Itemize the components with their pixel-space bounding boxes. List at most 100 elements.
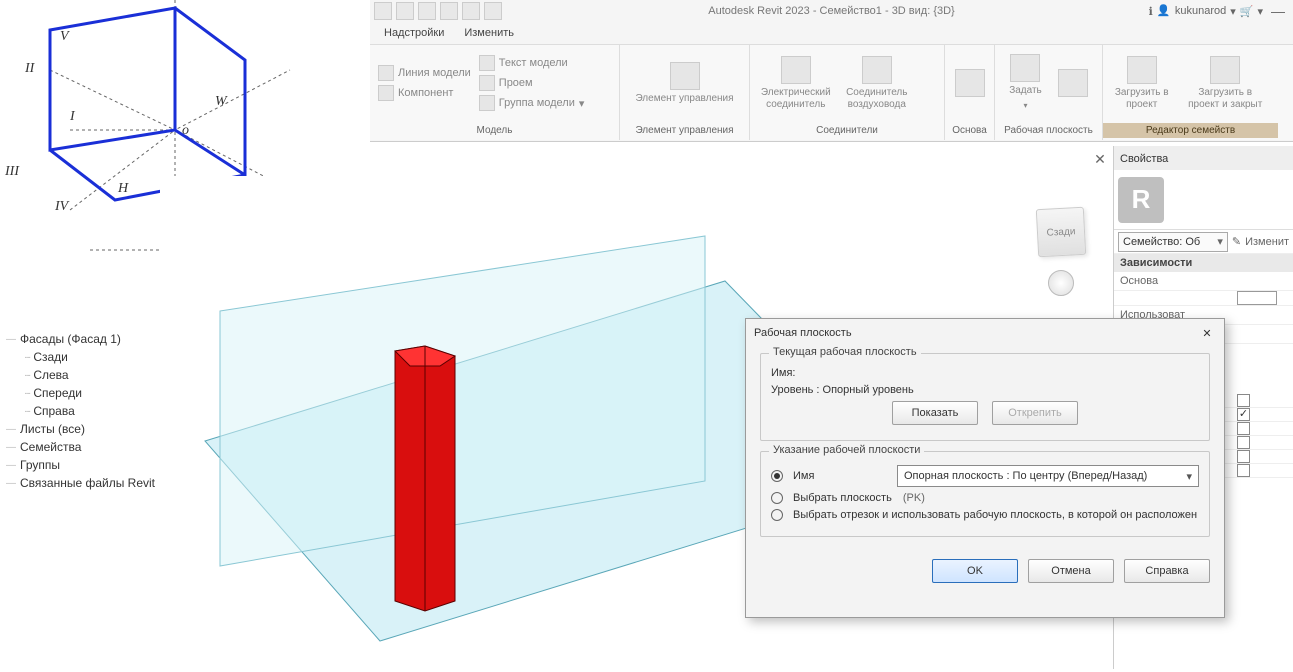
tree-sheets[interactable]: Листы (все) <box>0 420 180 438</box>
radio-pick-plane-hint: (PK) <box>903 492 925 504</box>
show-workplane-icon <box>1058 69 1088 97</box>
edit-type-icon: ✎ <box>1232 235 1241 248</box>
tree-facade-left[interactable]: Слева <box>0 366 180 384</box>
control-icon <box>670 62 700 90</box>
ribbon-panel-family-editor: Загрузить в проект Загрузить в проект и … <box>1103 45 1278 140</box>
help-button[interactable]: Справка <box>1124 559 1210 583</box>
ribbon-panel-model: Линия модели Компонент Текст модели Прое… <box>370 45 620 140</box>
color-sample[interactable] <box>1237 291 1277 305</box>
tree-families[interactable]: Семейства <box>0 438 180 456</box>
tree-facade-front[interactable]: Спереди <box>0 384 180 402</box>
ribbon-panel-datum: Основа <box>945 45 995 140</box>
type-selector[interactable]: Семейство: Об <box>1118 232 1228 252</box>
ribbon-tabs: Надстройки Изменить <box>370 22 1293 44</box>
prop-host-label: Основа <box>1114 272 1233 290</box>
user-icon[interactable]: 👤 <box>1157 4 1171 18</box>
model-text-button[interactable]: Текст модели <box>477 54 587 72</box>
close-view-button[interactable]: ✕ <box>1091 150 1109 168</box>
dialog-title-text: Рабочая плоскость <box>754 327 852 339</box>
properties-header: Свойства <box>1113 146 1293 172</box>
open-icon[interactable] <box>396 2 414 20</box>
svg-text:H: H <box>117 181 129 196</box>
panel-label-workplane: Рабочая плоскость <box>1001 123 1096 138</box>
ribbon-panel-workplane: Задать ▾ Рабочая плоскость <box>995 45 1103 140</box>
opening-button[interactable]: Проем <box>477 74 587 92</box>
app-menu-icon[interactable] <box>374 2 392 20</box>
nav-wheel-icon[interactable] <box>1048 270 1074 296</box>
electrical-connector-button[interactable]: Электрический соединитель <box>756 47 836 119</box>
tree-groups[interactable]: Группы <box>0 456 180 474</box>
svg-text:W: W <box>215 94 228 109</box>
pipe-connector-icon[interactable] <box>918 60 938 80</box>
svg-text:III: III <box>4 164 20 179</box>
set-workplane-icon <box>1010 54 1040 82</box>
ok-button[interactable]: OK <box>932 559 1018 583</box>
plane-name-select[interactable]: Опорная плоскость : По центру (Вперед/На… <box>897 465 1199 487</box>
minimize-button[interactable]: — <box>1263 0 1293 22</box>
view-cube-face[interactable]: Сзади <box>1036 207 1086 257</box>
load-into-project-close-button[interactable]: Загрузить в проект и закрыт <box>1178 47 1272 119</box>
component-button[interactable]: Компонент <box>376 84 473 102</box>
load-into-project-close-icon <box>1210 56 1240 84</box>
duct-connector-button[interactable]: Соединитель воздуховода <box>840 47 914 119</box>
prop-checkbox[interactable] <box>1237 408 1250 421</box>
save-icon[interactable] <box>418 2 436 20</box>
ref-line-button[interactable] <box>951 47 989 119</box>
section-constraints: Зависимости <box>1114 254 1293 272</box>
ribbon-tab-modify[interactable]: Изменить <box>458 25 520 41</box>
radio-by-name-label: Имя <box>793 470 893 482</box>
edit-type-button[interactable]: ✎ Изменит <box>1232 235 1289 248</box>
cancel-button[interactable]: Отмена <box>1028 559 1114 583</box>
cable-tray-connector-icon[interactable] <box>918 86 938 106</box>
ref-line-icon <box>955 69 985 97</box>
show-workplane-button[interactable] <box>1054 47 1092 119</box>
category-badge-icon: R <box>1118 177 1164 223</box>
set-workplane-button[interactable]: Задать ▾ <box>1005 47 1046 119</box>
ribbon: Надстройки Изменить Линия модели Компоне… <box>370 22 1293 142</box>
detach-button: Открепить <box>992 401 1078 425</box>
tree-facades[interactable]: Фасады (Фасад 1) <box>0 330 180 348</box>
tree-facade-behind[interactable]: Сзади <box>0 348 180 366</box>
load-into-project-button[interactable]: Загрузить в проект <box>1109 47 1174 119</box>
ribbon-tab-addins[interactable]: Надстройки <box>378 25 450 41</box>
info-icon[interactable]: ℹ <box>1149 5 1153 18</box>
dialog-close-button[interactable]: ✕ <box>1198 324 1216 342</box>
panel-label-connectors: Соединители <box>756 123 938 138</box>
work-plane-dialog: Рабочая плоскость ✕ Текущая рабочая плос… <box>745 318 1225 618</box>
window-controls: — <box>1263 0 1293 22</box>
redo-icon[interactable] <box>462 2 480 20</box>
prop-checkbox[interactable] <box>1237 394 1250 407</box>
tree-links[interactable]: Связанные файлы Revit <box>0 474 180 492</box>
prop-checkbox[interactable] <box>1237 422 1250 435</box>
show-button[interactable]: Показать <box>892 401 978 425</box>
radio-pick-plane-label: Выбрать плоскость <box>793 492 892 504</box>
model-group-button[interactable]: Группа модели ▾ <box>477 94 587 112</box>
view-cube[interactable]: Сзади <box>1033 188 1093 298</box>
load-into-project-icon <box>1127 56 1157 84</box>
prop-checkbox[interactable] <box>1237 464 1250 477</box>
radio-pick-line[interactable] <box>771 509 783 521</box>
print-icon[interactable] <box>484 2 502 20</box>
title-bar: Autodesk Revit 2023 - Семейство1 - 3D ви… <box>370 0 1293 22</box>
svg-text:I: I <box>69 109 76 124</box>
user-name[interactable]: kukunarod <box>1175 5 1226 17</box>
panel-label-datum: Основа <box>951 123 988 138</box>
radio-pick-plane[interactable] <box>771 492 783 504</box>
electrical-icon <box>781 56 811 84</box>
control-element-button[interactable]: Элемент управления <box>631 47 737 119</box>
tree-facade-right[interactable]: Справа <box>0 402 180 420</box>
current-plane-name: Уровень : Опорный уровень <box>771 384 914 396</box>
model-line-button[interactable]: Линия модели <box>376 64 473 82</box>
radio-pick-line-label: Выбрать отрезок и использовать рабочую п… <box>793 509 1197 521</box>
undo-icon[interactable] <box>440 2 458 20</box>
prop-checkbox[interactable] <box>1237 436 1250 449</box>
cart-icon[interactable]: 🛒 <box>1240 5 1254 18</box>
svg-text:o: o <box>182 123 189 138</box>
panel-label-model: Модель <box>376 123 613 138</box>
specify-workplane-group: Указание рабочей плоскости Имя Опорная п… <box>760 451 1210 537</box>
prop-checkbox[interactable] <box>1237 450 1250 463</box>
name-label: Имя: <box>771 367 795 379</box>
radio-by-name[interactable] <box>771 470 783 482</box>
panel-label-control: Элемент управления <box>626 123 743 138</box>
duct-icon <box>862 56 892 84</box>
